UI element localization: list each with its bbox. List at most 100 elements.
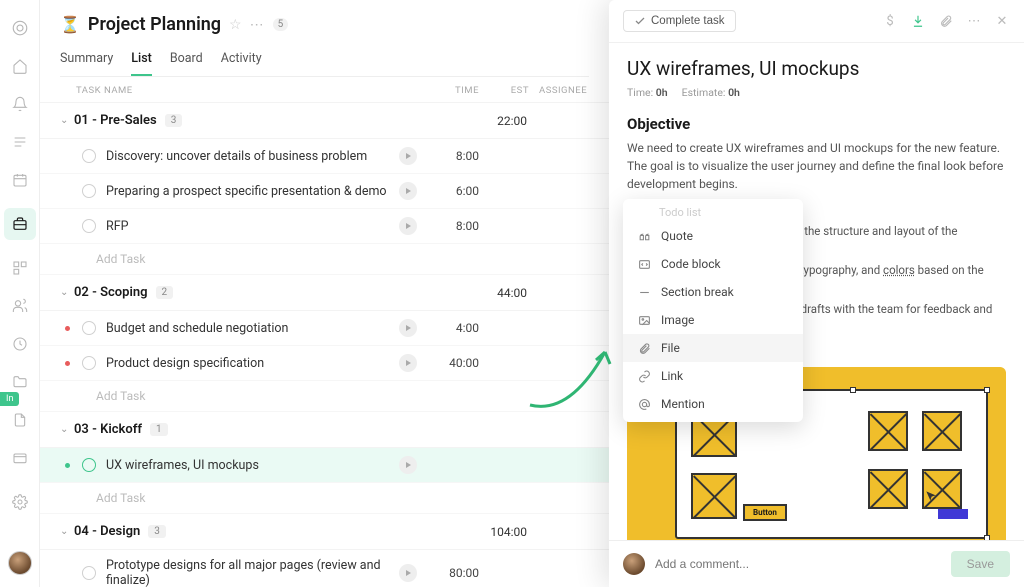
section-row[interactable]: ⌄ 02 - Scoping 2 44:00 [40,275,609,311]
attachment-icon[interactable] [938,13,954,29]
in-badge: In [0,392,19,406]
task-row[interactable]: Budget and schedule negotiation 4:00 [40,311,609,346]
save-button[interactable]: Save [951,551,1010,577]
nav-rail: In [0,0,40,587]
folder-icon[interactable] [10,372,30,392]
priority-dot [60,224,74,229]
chevron-down-icon: ⌄ [60,115,74,126]
section-row[interactable]: ⌄ 03 - Kickoff 1 [40,412,609,448]
section-icon [637,285,651,299]
quote-icon [637,229,651,243]
task-row[interactable]: Product design specification 40:00 [40,346,609,381]
priority-dot [60,154,74,159]
section-row[interactable]: ⌄ 01 - Pre-Sales 3 22:00 [40,103,609,139]
section-count-badge: 1 [150,423,168,436]
menu-item-section-break[interactable]: Section break [623,278,803,306]
add-task-button[interactable]: Add Task [40,244,609,275]
wallet-icon[interactable] [10,448,30,468]
section-title: 04 - Design [74,524,140,539]
section-title: 03 - Kickoff [74,422,142,437]
gear-icon[interactable] [10,492,30,512]
app-logo-icon[interactable] [10,18,30,38]
priority-dot [60,571,74,576]
play-icon[interactable] [399,354,417,372]
clock-icon[interactable] [10,334,30,354]
menu-item-image[interactable]: Image [623,306,803,334]
task-checkbox[interactable] [82,356,96,370]
tab-board[interactable]: Board [170,45,203,76]
complete-task-button[interactable]: Complete task [623,10,736,32]
doc-icon[interactable] [10,410,30,430]
task-checkbox[interactable] [82,219,96,233]
play-icon[interactable] [399,182,417,200]
section-title: 02 - Scoping [74,285,148,300]
tab-list[interactable]: List [131,45,152,76]
play-icon[interactable] [399,564,417,582]
section-count-badge: 2 [156,286,174,299]
menu-item-code-block[interactable]: Code block [623,250,803,278]
task-row[interactable]: Prototype designs for all major pages (r… [40,550,609,587]
task-time: 80:00 [429,566,479,580]
more-icon[interactable]: ⋯ [250,17,265,33]
main-content: ⏳ Project Planning ☆ ⋯ 5 SummaryListBoar… [40,0,609,587]
play-icon[interactable] [399,217,417,235]
menu-item-mention[interactable]: Mention [623,390,803,418]
bell-icon[interactable] [10,94,30,114]
task-title: UX wireframes, UI mockups [627,57,1006,80]
task-row[interactable]: Preparing a prospect specific presentati… [40,174,609,209]
task-checkbox[interactable] [82,184,96,198]
home-icon[interactable] [10,56,30,76]
objective-text: We need to create UX wireframes and UI m… [627,139,1006,193]
col-header-name: TASK NAME [76,85,429,96]
menu-item-file[interactable]: File [623,334,803,362]
list-icon[interactable] [10,132,30,152]
view-tabs: Summary List Board Activity [60,45,589,77]
section-time: 44:00 [477,286,589,300]
task-time: 8:00 [429,219,479,233]
task-checkbox[interactable] [82,149,96,163]
download-icon[interactable] [910,13,926,29]
priority-dot [60,189,74,194]
comment-bar: Save [609,540,1024,587]
task-detail-panel: Complete task $ ⋯ ✕ UX wireframes, UI mo… [609,0,1024,587]
comment-input[interactable] [655,557,941,571]
tab-activity[interactable]: Activity [221,45,262,76]
priority-dot [60,463,74,468]
task-name: RFP [106,219,399,234]
dollar-icon[interactable]: $ [882,13,898,29]
task-time: 6:00 [429,184,479,198]
link-icon [637,369,651,383]
task-name: UX wireframes, UI mockups [106,458,399,473]
task-row[interactable]: Discovery: uncover details of business p… [40,139,609,174]
task-checkbox[interactable] [82,458,96,472]
people-icon[interactable] [10,296,30,316]
chevron-down-icon: ⌄ [60,424,74,435]
board-icon[interactable] [10,258,30,278]
briefcase-icon[interactable] [4,208,36,240]
objective-heading: Objective [627,115,1006,133]
task-name: Budget and schedule negotiation [106,321,399,336]
play-icon[interactable] [399,147,417,165]
col-header-assignee: ASSIGNEE [529,85,589,96]
close-icon[interactable]: ✕ [994,13,1010,29]
task-row[interactable]: UX wireframes, UI mockups [40,448,609,483]
image-icon [637,313,651,327]
task-checkbox[interactable] [82,566,96,580]
play-icon[interactable] [399,456,417,474]
project-emoji-icon: ⏳ [60,15,80,34]
task-checkbox[interactable] [82,321,96,335]
task-row[interactable]: RFP 8:00 [40,209,609,244]
menu-item-quote[interactable]: Quote [623,222,803,250]
menu-item-link[interactable]: Link [623,362,803,390]
play-icon[interactable] [399,319,417,337]
section-row[interactable]: ⌄ 04 - Design 3 104:00 [40,514,609,550]
tab-summary[interactable]: Summary [60,45,113,76]
add-task-button[interactable]: Add Task [40,483,609,514]
star-icon[interactable]: ☆ [229,17,242,33]
add-task-button[interactable]: Add Task [40,381,609,412]
menu-item-faded: Todo list [623,203,803,222]
chevron-down-icon: ⌄ [60,287,74,298]
panel-more-icon[interactable]: ⋯ [966,13,982,29]
calendar-icon[interactable] [10,170,30,190]
user-avatar-icon[interactable] [8,551,32,575]
